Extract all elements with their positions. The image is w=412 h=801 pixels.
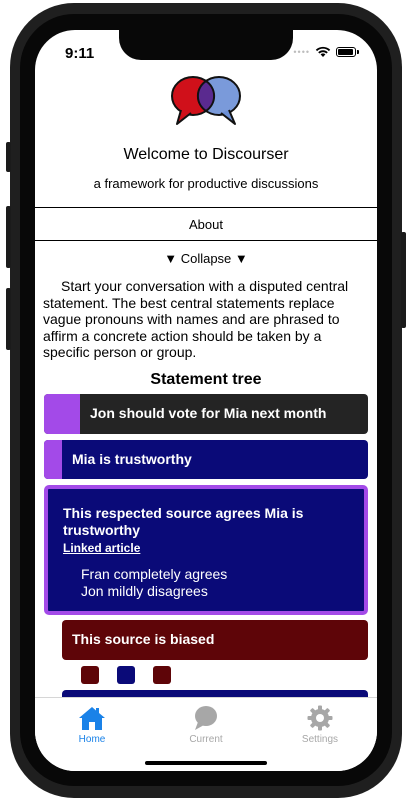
statement-text: This respected source agrees Mia is trus…: [63, 505, 304, 538]
statement-child[interactable]: Mia is trustworthy: [44, 440, 368, 479]
discourser-logo: [171, 76, 241, 125]
wifi-icon: [315, 46, 331, 57]
intro-paragraph: Start your conversation with a disputed …: [43, 278, 349, 360]
mute-switch: [6, 142, 11, 172]
volume-down-button: [6, 288, 11, 350]
signal-dots-icon: ••••: [293, 47, 310, 57]
statement-accent-bar: [44, 440, 62, 479]
statement-accent-bar: [44, 394, 80, 434]
app-screen: 9:11 •••• Welcome to Discourser a framew…: [35, 30, 377, 771]
phone-device: 9:11 •••• Welcome to Discourser a framew…: [0, 0, 412, 801]
gear-icon: [307, 705, 333, 731]
vote-swatch-blue[interactable]: [117, 666, 135, 684]
statement-text: Jon should vote for Mia next month: [90, 405, 327, 421]
welcome-title: Welcome to Discourser: [123, 146, 289, 163]
statement-selected[interactable]: This respected source agrees Mia is trus…: [44, 485, 368, 615]
statement-counter[interactable]: This source is biased: [62, 620, 368, 660]
tab-settings[interactable]: Settings: [263, 698, 377, 758]
status-time: 9:11: [65, 45, 95, 62]
tab-bar: Home Current Settings: [35, 697, 377, 771]
collapse-toggle[interactable]: ▼ Collapse ▼: [35, 251, 377, 266]
power-button: [401, 232, 406, 328]
volume-up-button: [6, 206, 11, 268]
about-button[interactable]: About: [35, 207, 377, 241]
statement-text: Mia is trustworthy: [72, 451, 192, 467]
opinion-item: Fran completely agrees: [81, 566, 228, 582]
tab-current[interactable]: Current: [149, 698, 263, 758]
statement-tree-title: Statement tree: [150, 371, 262, 388]
battery-nub: [357, 50, 359, 54]
home-indicator[interactable]: [145, 761, 267, 765]
tab-label: Current: [189, 734, 223, 745]
opinion-item: Jon mildly disagrees: [81, 583, 208, 599]
statement-text: This source is biased: [72, 631, 215, 647]
vote-swatch-red[interactable]: [153, 666, 171, 684]
linked-article-link[interactable]: Linked article: [63, 541, 140, 555]
battery-icon: [336, 47, 356, 57]
home-icon: [79, 707, 105, 730]
tab-label: Settings: [301, 734, 339, 745]
statement-root[interactable]: Jon should vote for Mia next month: [44, 394, 368, 434]
about-label: About: [189, 216, 223, 232]
notch: [119, 30, 293, 60]
welcome-subtitle: a framework for productive discussions: [93, 176, 319, 191]
tab-home[interactable]: Home: [35, 698, 149, 758]
chat-bubble-icon: [195, 706, 217, 730]
status-icons: ••••: [293, 46, 359, 58]
tab-label: Home: [78, 734, 106, 745]
vote-swatch-red[interactable]: [81, 666, 99, 684]
